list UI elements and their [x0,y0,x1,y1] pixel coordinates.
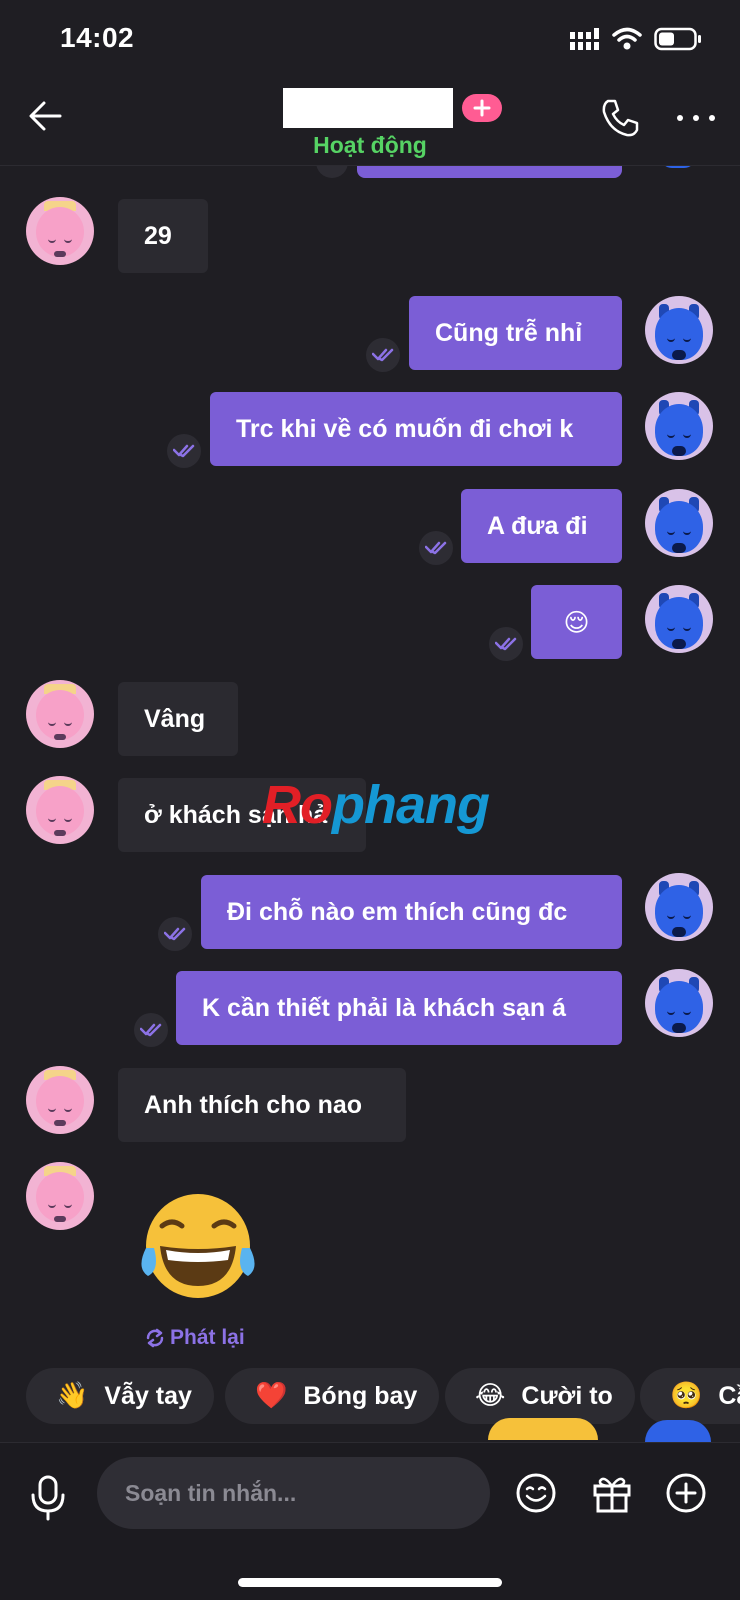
contact-avatar[interactable] [26,776,94,844]
cellular-signal-icon [570,28,599,50]
wave-icon: 👋 [56,1381,89,1411]
chip-label: Bóng bay [303,1381,418,1410]
quick-reaction-bar: 👋 Vẫy tay ❤️ Bóng bay 😂 Cười to 🥺 Cầ [0,1360,740,1442]
contact-avatar[interactable] [26,1066,94,1134]
user-avatar[interactable] [645,296,713,364]
quick-reaction-plead[interactable]: 🥺 Cầ [640,1368,740,1424]
user-avatar[interactable] [645,585,713,653]
add-friend-button[interactable] [462,94,502,122]
more-options-icon[interactable] [672,100,720,136]
message-bubble-outgoing[interactable]: A đưa đi [461,489,622,563]
message-bubble-outgoing[interactable]: 😌 [531,585,622,659]
read-receipt-icon [366,338,400,372]
partial-avatar [645,1420,711,1442]
user-avatar[interactable] [645,873,713,941]
read-receipt-icon [158,917,192,951]
home-indicator[interactable] [238,1578,502,1587]
laughing-tears-emoji-icon[interactable] [138,1190,258,1300]
contact-name-redacted[interactable] [283,88,453,128]
add-circle-icon[interactable] [664,1471,708,1515]
replay-label: Phát lại [170,1326,245,1349]
emoji-sticker-icon[interactable] [514,1471,558,1515]
pleading-emoji-icon: 🥺 [670,1381,703,1411]
chat-header: Hoạt động [0,80,740,166]
read-receipt-icon [489,627,523,661]
message-bubble-incoming[interactable]: 29 [118,199,208,273]
contact-avatar[interactable] [26,197,94,265]
user-avatar[interactable] [645,489,713,557]
battery-icon [654,27,701,51]
user-avatar[interactable] [645,392,713,460]
plus-icon [473,99,491,117]
message-bubble-outgoing[interactable]: K cần thiết phải là khách sạn á [176,971,622,1045]
replay-link[interactable]: Phát lại [144,1326,245,1350]
read-receipt-icon [134,1013,168,1047]
quick-reaction-wave[interactable]: 👋 Vẫy tay [26,1368,214,1424]
chip-label: Vẫy tay [104,1381,192,1410]
contact-avatar[interactable] [26,680,94,748]
laughing-emoji-icon: 😂 [475,1381,506,1411]
read-receipt-icon [167,434,201,468]
contact-avatar[interactable] [26,1162,94,1230]
microphone-icon[interactable] [28,1473,68,1523]
message-bubble-incoming[interactable]: Anh thích cho nao [118,1068,406,1142]
wifi-icon [612,27,642,50]
read-receipt-icon [419,531,453,565]
message-bubble-outgoing[interactable]: Đi chỗ nào em thích cũng đc [201,875,622,949]
heart-icon: ❤️ [255,1381,288,1411]
message-input[interactable] [97,1457,490,1529]
message-bubble-incoming[interactable]: Vâng [118,682,238,756]
contact-status: Hoạt động [313,132,427,158]
quick-reaction-balloon[interactable]: ❤️ Bóng bay [225,1368,440,1424]
chip-label: Cười to [521,1381,613,1410]
message-composer [0,1442,740,1600]
message-bubble-outgoing[interactable]: Cũng trễ nhỉ [409,296,622,370]
user-avatar[interactable] [645,969,713,1037]
quick-reaction-laugh[interactable]: 😂 Cười to [445,1368,635,1424]
back-arrow-icon[interactable] [24,94,68,138]
watermark-logo: Rophang [262,775,490,835]
partial-emoji-icon [488,1418,598,1440]
gift-icon[interactable] [590,1471,634,1515]
chip-label: Cầ [718,1381,740,1410]
phone-icon[interactable] [598,96,642,140]
message-bubble-outgoing[interactable]: Trc khi về có muốn đi chơi k [210,392,622,466]
status-time: 14:02 [60,22,135,53]
replay-icon [146,1328,164,1348]
status-bar: 14:02 [0,0,740,80]
